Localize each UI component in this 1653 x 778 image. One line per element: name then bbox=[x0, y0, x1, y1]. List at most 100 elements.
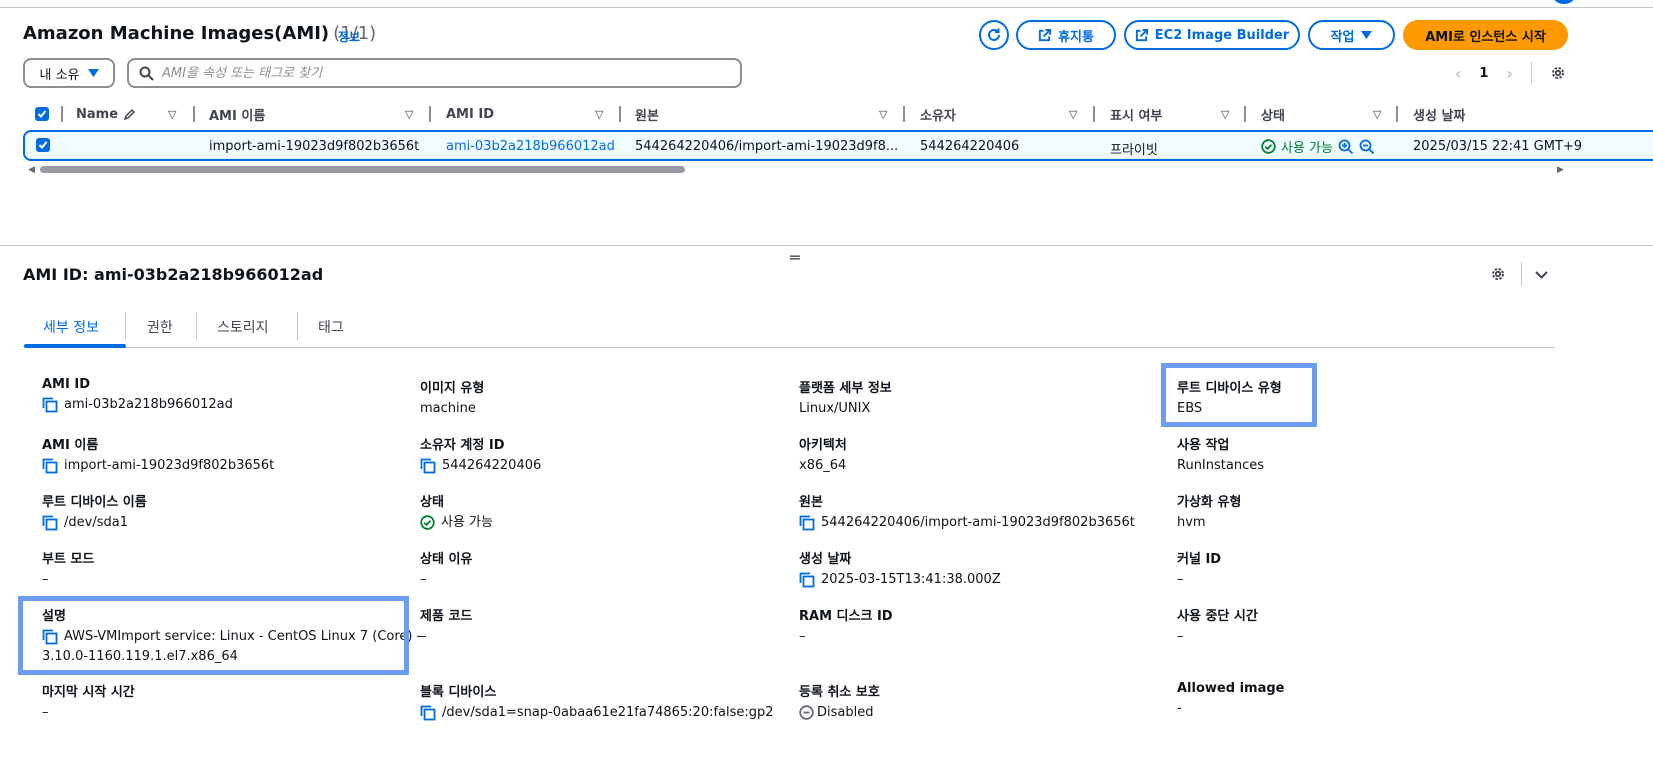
tab-details[interactable]: 세부 정보 bbox=[43, 317, 99, 337]
field-label: 블록 디바이스 bbox=[420, 685, 497, 700]
copy-icon[interactable] bbox=[420, 458, 436, 474]
highlight-box bbox=[18, 596, 409, 675]
sort-icon[interactable]: ▽ bbox=[168, 100, 176, 128]
column-separator[interactable] bbox=[61, 106, 63, 122]
tab-permissions[interactable]: 권한 bbox=[147, 317, 173, 337]
field-label: 등록 취소 보호 bbox=[799, 685, 880, 700]
column-separator[interactable] bbox=[1396, 106, 1398, 122]
column-separator[interactable] bbox=[903, 106, 905, 122]
copy-icon[interactable] bbox=[42, 397, 58, 413]
column-header-name[interactable]: Name bbox=[76, 100, 136, 128]
field-label: 이미지 유형 bbox=[420, 381, 485, 396]
search-input[interactable] bbox=[162, 65, 722, 81]
column-header-visibility[interactable]: 표시 여부 bbox=[1110, 100, 1162, 128]
page-number[interactable]: 1 bbox=[1479, 66, 1488, 81]
column-separator[interactable] bbox=[193, 106, 195, 122]
cell-ami-name: import-ami-19023d9f802b3656t bbox=[209, 139, 420, 154]
owner-filter-dropdown[interactable]: 내 소유 bbox=[23, 58, 115, 88]
column-header-status[interactable]: 상태 bbox=[1261, 100, 1285, 128]
field-label: Allowed image bbox=[1177, 681, 1285, 696]
scroll-right-arrow[interactable]: ▶ bbox=[1557, 165, 1564, 175]
gear-icon[interactable] bbox=[1550, 65, 1566, 81]
header-divider bbox=[1521, 262, 1522, 286]
column-separator[interactable] bbox=[429, 106, 431, 122]
zoom-out-icon[interactable] bbox=[1359, 139, 1375, 155]
page-title-text: Amazon Machine Images(AMI) bbox=[23, 23, 330, 44]
sort-icon[interactable]: ▽ bbox=[1069, 100, 1077, 128]
field-platform: 플랫폼 세부 정보 Linux/UNIX bbox=[799, 377, 1179, 419]
select-all-checkbox[interactable] bbox=[35, 100, 49, 128]
column-separator[interactable] bbox=[1244, 106, 1246, 122]
field-value-text: /dev/sda1=snap-0abaa61e21fa74865:20:fals… bbox=[442, 705, 774, 720]
field-label: RAM 디스크 ID bbox=[799, 609, 893, 624]
column-header-ami-id[interactable]: AMI ID bbox=[446, 100, 494, 128]
column-header-ami-name[interactable]: AMI 이름 bbox=[209, 100, 265, 128]
launch-instance-button[interactable]: AMI로 인스턴스 시작 bbox=[1403, 20, 1568, 50]
chevron-down-icon[interactable] bbox=[1533, 266, 1550, 283]
field-block-devices: 블록 디바이스 /dev/sda1=snap-0abaa61e21fa74865… bbox=[420, 681, 800, 723]
copy-icon[interactable] bbox=[799, 572, 815, 588]
copy-icon[interactable] bbox=[42, 458, 58, 474]
field-state: 상태 사용 가능 bbox=[420, 491, 800, 533]
field-value-text: import-ami-19023d9f802b3656t bbox=[64, 458, 275, 473]
column-header-label: AMI ID bbox=[446, 106, 494, 122]
field-state-reason: 상태 이유 – bbox=[420, 548, 800, 590]
field-deprecation-time: 사용 중단 시간 – bbox=[1177, 605, 1557, 647]
field-value-text: RunInstances bbox=[1177, 458, 1264, 473]
avatar[interactable] bbox=[1553, 0, 1575, 4]
sort-icon[interactable]: ▽ bbox=[1221, 100, 1229, 128]
column-separator[interactable] bbox=[619, 106, 621, 122]
recycle-bin-button[interactable]: 휴지통 bbox=[1016, 20, 1116, 50]
copy-icon[interactable] bbox=[42, 515, 58, 531]
column-header-label: 소유자 bbox=[920, 108, 956, 124]
copy-icon[interactable] bbox=[799, 515, 815, 531]
zoom-in-icon[interactable] bbox=[1338, 139, 1354, 155]
search-box[interactable] bbox=[127, 58, 742, 88]
cell-visibility: 프라이빗 bbox=[1110, 143, 1158, 158]
pager-divider bbox=[1530, 62, 1532, 84]
field-label: 사용 작업 bbox=[1177, 438, 1230, 453]
sort-icon[interactable]: ▽ bbox=[595, 100, 603, 128]
cell-created: 2025/03/15 22:41 GMT+9 bbox=[1413, 139, 1583, 154]
column-separator[interactable] bbox=[1093, 106, 1095, 122]
field-label: AMI 이름 bbox=[42, 438, 99, 453]
next-page-button[interactable]: › bbox=[1506, 64, 1512, 83]
tab-separator bbox=[125, 312, 126, 340]
prev-page-button[interactable]: ‹ bbox=[1455, 64, 1461, 83]
column-header-label: Name bbox=[76, 106, 119, 122]
image-builder-button[interactable]: EC2 Image Builder bbox=[1124, 20, 1300, 50]
field-value: Disabled bbox=[799, 703, 1179, 723]
refresh-button[interactable] bbox=[979, 20, 1009, 50]
field-value-text: x86_64 bbox=[799, 458, 847, 473]
actions-button[interactable]: 작업 bbox=[1308, 20, 1395, 50]
row-checkbox[interactable] bbox=[36, 138, 50, 154]
horizontal-scrollbar[interactable] bbox=[40, 166, 685, 173]
field-label: 소유자 계정 ID bbox=[420, 438, 505, 453]
pencil-icon bbox=[123, 108, 136, 120]
sort-icon[interactable]: ▽ bbox=[879, 100, 887, 128]
detail-tabs: 세부 정보 권한 스토리지 태그 bbox=[24, 306, 1555, 348]
sort-icon[interactable]: ▽ bbox=[405, 100, 413, 128]
tab-storage[interactable]: 스토리지 bbox=[217, 317, 269, 337]
field-allowed-image: Allowed image - bbox=[1177, 681, 1557, 719]
column-header-created[interactable]: 생성 날짜 bbox=[1413, 100, 1465, 128]
scroll-left-arrow[interactable]: ◀ bbox=[28, 165, 35, 175]
resize-handle-icon[interactable]: ═ bbox=[790, 248, 800, 267]
column-header-source[interactable]: 원본 bbox=[635, 100, 659, 128]
field-value-text: machine bbox=[420, 401, 476, 416]
table-row[interactable]: import-ami-19023d9f802b3656t ami-03b2a21… bbox=[23, 130, 1653, 161]
field-value-text: 2025-03-15T13:41:38.000Z bbox=[821, 572, 1001, 587]
field-label: 루트 디바이스 이름 bbox=[42, 495, 147, 510]
field-label: 아키텍처 bbox=[799, 438, 847, 453]
copy-icon[interactable] bbox=[420, 705, 436, 721]
checkbox-checked-icon bbox=[36, 138, 50, 152]
info-link[interactable]: 정보 bbox=[338, 28, 360, 45]
gear-icon[interactable] bbox=[1490, 266, 1506, 282]
sort-icon[interactable]: ▽ bbox=[1373, 100, 1381, 128]
cell-ami-id-link[interactable]: ami-03b2a218b966012ad bbox=[446, 139, 615, 154]
field-label: 제품 코드 bbox=[420, 609, 473, 624]
column-header-owner[interactable]: 소유자 bbox=[920, 100, 956, 128]
field-value-text: – bbox=[420, 572, 427, 587]
field-value-text: – bbox=[799, 629, 806, 644]
tab-tags[interactable]: 태그 bbox=[318, 317, 344, 337]
